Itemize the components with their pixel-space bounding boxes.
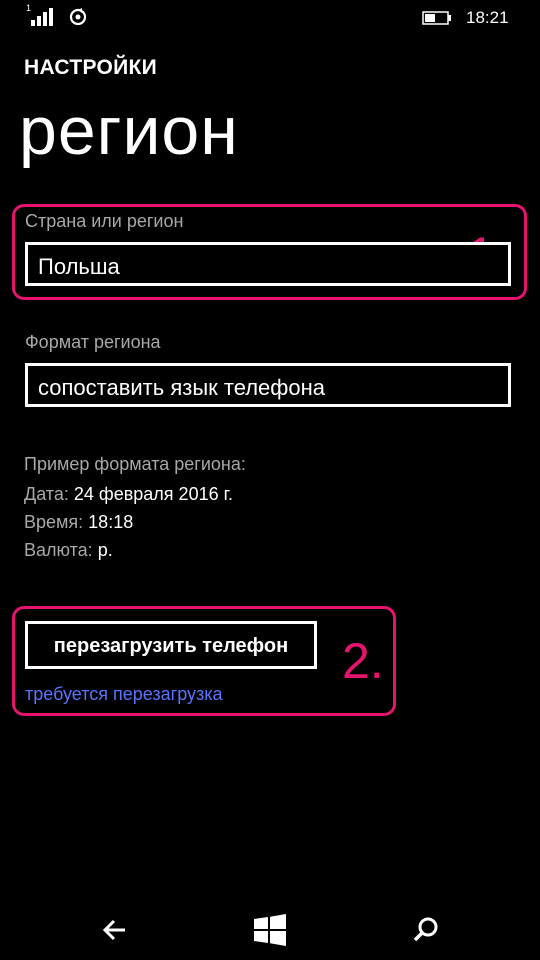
annotation-number-2: 2. — [342, 633, 384, 689]
region-format-picker[interactable]: сопоставить язык телефона — [25, 363, 511, 407]
status-bar: 1 18:21 — [0, 0, 540, 36]
battery-icon — [422, 11, 451, 25]
date-value: 24 февраля 2016 г. — [73, 484, 233, 504]
currency-value: р. — [97, 540, 113, 560]
restart-required-note: требуется перезагрузка — [25, 684, 223, 704]
region-format-label: Формат региона — [25, 332, 161, 352]
time-value: 18:18 — [88, 512, 134, 532]
search-icon[interactable] — [406, 910, 446, 950]
country-picker[interactable]: Польша — [25, 242, 511, 286]
signal-icon — [31, 8, 53, 26]
region-format-value: сопоставить язык телефона — [38, 375, 325, 400]
nav-bar — [0, 900, 540, 960]
example-heading: Пример формата региона: — [24, 454, 246, 474]
restart-phone-button[interactable]: перезагрузить телефон — [25, 621, 317, 669]
date-label: Дата: — [24, 484, 69, 504]
example-date: Дата: 24 февраля 2016 г. — [24, 484, 233, 505]
time-label: Время: — [24, 512, 84, 532]
status-clock: 18:21 — [466, 8, 509, 27]
back-arrow-icon[interactable] — [95, 910, 135, 950]
example-time: Время: 18:18 — [24, 512, 133, 533]
country-value: Польша — [38, 254, 120, 279]
app-title: НАСТРОЙКИ — [24, 56, 158, 79]
example-currency: Валюта: р. — [24, 540, 113, 561]
currency-label: Валюта: — [24, 540, 93, 560]
windows-start-icon[interactable] — [250, 910, 290, 950]
sync-icon — [69, 8, 87, 26]
page-title: регион — [19, 93, 239, 169]
country-label: Страна или регион — [25, 211, 184, 231]
